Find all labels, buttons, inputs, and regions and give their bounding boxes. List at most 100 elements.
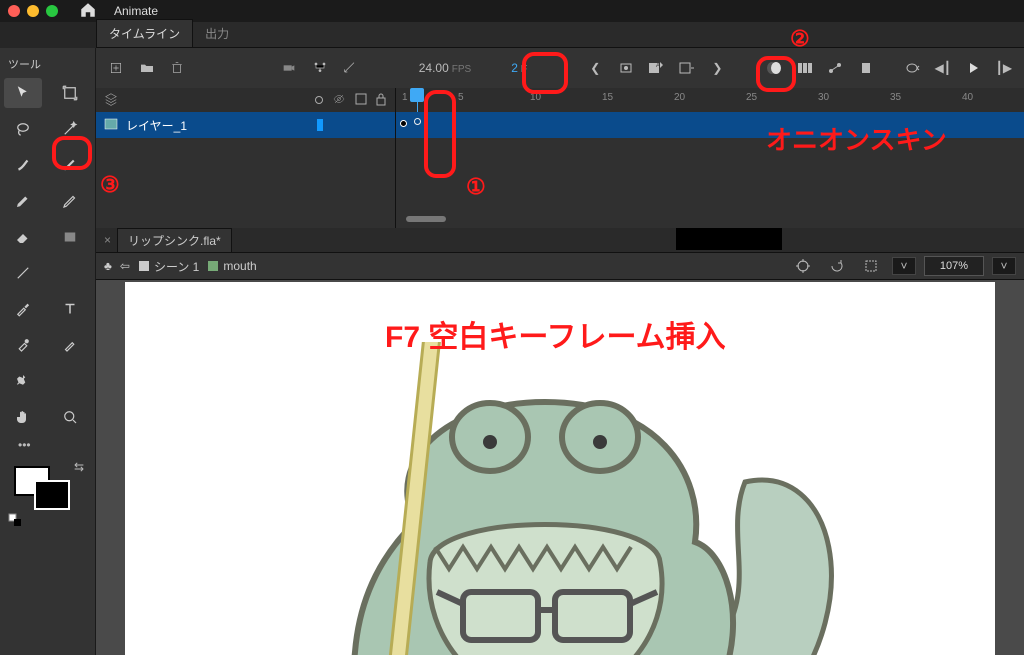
layer-name[interactable]: レイヤー_1 xyxy=(126,117,187,134)
playhead[interactable] xyxy=(410,88,424,102)
fluid-brush-tool[interactable] xyxy=(4,150,42,180)
ruler-tick: 40 xyxy=(962,92,973,103)
lock-column-icon[interactable] xyxy=(375,92,387,109)
ruler-tick: 25 xyxy=(746,92,757,103)
text-tool[interactable] xyxy=(51,294,89,324)
home-icon[interactable] xyxy=(79,1,97,22)
zoom-value[interactable]: 107% xyxy=(924,256,984,276)
blank-keyframe[interactable] xyxy=(414,118,421,125)
eyedropper-tool[interactable] xyxy=(4,294,42,324)
redaction-block xyxy=(676,228,782,250)
tab-output[interactable]: 出力 xyxy=(193,20,241,47)
scene-menu-icon[interactable]: ♣ xyxy=(104,259,112,273)
layer-parenting-button[interactable] xyxy=(308,55,333,81)
window-zoom-button[interactable] xyxy=(46,5,58,17)
line-tool[interactable] xyxy=(4,258,42,288)
tools-panel: ツール ••• ⇆ xyxy=(0,48,96,655)
insert-blank-keyframe-button[interactable] xyxy=(675,55,700,81)
ruler-tick: 30 xyxy=(818,92,829,103)
layer-type-icon xyxy=(104,118,118,133)
layers-icon xyxy=(104,92,118,109)
default-colors-icon[interactable] xyxy=(8,513,22,530)
document-tab[interactable]: リップシンク.fla* xyxy=(117,228,232,252)
fps-display[interactable]: 24.00FPS xyxy=(419,61,471,75)
delete-layer-button[interactable] xyxy=(165,55,190,81)
timeline-toolbar: 24.00FPS 2F ❮ A ❯ ◀┃ ┃▶ xyxy=(96,48,1024,88)
main-area: タイムライン 出力 24.00FPS 2F ❮ A ❯ ◀┃ ┃▶ xyxy=(96,22,1024,655)
selection-tool[interactable] xyxy=(4,78,42,108)
timeline-body xyxy=(96,138,1024,228)
color-dropper-tool[interactable] xyxy=(51,330,89,360)
document-tabs: × リップシンク.fla* xyxy=(96,228,1024,252)
keyframe[interactable] xyxy=(400,120,407,127)
timeline-panel-tabs: タイムライン 出力 xyxy=(96,22,1024,48)
zoom-decrease[interactable]: ˅ xyxy=(892,257,916,275)
edit-bar: ♣ ⇦ シーン 1 mouth ˅ 107% ˅ xyxy=(96,252,1024,280)
rotate-stage-icon[interactable] xyxy=(824,253,850,279)
pencil-tool[interactable] xyxy=(51,186,89,216)
ink-bottle-tool[interactable] xyxy=(4,330,42,360)
stage[interactable]: F7 空白キーフレーム挿入 xyxy=(125,282,995,655)
play-button[interactable] xyxy=(961,55,986,81)
eraser-tool[interactable] xyxy=(4,222,42,252)
tab-timeline[interactable]: タイムライン xyxy=(96,19,193,47)
zoom-tool[interactable] xyxy=(51,402,89,432)
visibility-column-icon[interactable] xyxy=(331,93,347,108)
window-minimize-button[interactable] xyxy=(27,5,39,17)
lasso-tool[interactable] xyxy=(4,114,42,144)
timeline-header: 1 5 10 15 20 25 30 35 40 xyxy=(96,88,1024,112)
stroke-swatch[interactable] xyxy=(34,480,70,510)
magic-wand-tool[interactable] xyxy=(51,114,89,144)
breadcrumb-scene[interactable]: シーン 1 xyxy=(138,258,199,275)
svg-text:A: A xyxy=(656,63,660,69)
more-tools[interactable]: ••• xyxy=(18,438,91,452)
create-tween-button[interactable] xyxy=(823,55,848,81)
color-swatches[interactable]: ⇆ xyxy=(14,466,78,514)
camera-button[interactable] xyxy=(277,55,302,81)
ruler-tick: 1 xyxy=(402,92,408,103)
frame-span-display[interactable]: 2F xyxy=(511,61,527,75)
tools-panel-title: ツール xyxy=(4,54,91,78)
highlight-layer-icon[interactable] xyxy=(315,96,323,104)
ruler-tick: 5 xyxy=(458,92,464,103)
swap-colors-icon[interactable]: ⇆ xyxy=(74,460,84,474)
rectangle-tool[interactable] xyxy=(51,222,89,252)
paintbrush-tool[interactable] xyxy=(4,186,42,216)
ruler-tick: 20 xyxy=(674,92,685,103)
breadcrumb-symbol[interactable]: mouth xyxy=(207,259,256,273)
marker-button[interactable] xyxy=(853,55,878,81)
step-back-button[interactable]: ◀┃ xyxy=(930,55,955,81)
layer-highlight-toggle[interactable] xyxy=(317,119,323,131)
timeline-scrollbar[interactable] xyxy=(406,216,446,222)
frame-ruler[interactable]: 1 5 10 15 20 25 30 35 40 xyxy=(396,88,1024,112)
free-transform-tool[interactable] xyxy=(51,78,89,108)
step-forward-button[interactable]: ┃▶ xyxy=(992,55,1017,81)
add-layer-button[interactable] xyxy=(104,55,129,81)
ruler-tick: 10 xyxy=(530,92,541,103)
next-frame-button[interactable]: ❯ xyxy=(705,55,730,81)
stage-container: F7 空白キーフレーム挿入 xyxy=(96,280,1024,655)
center-stage-icon[interactable] xyxy=(790,253,816,279)
canvas-artwork xyxy=(225,342,885,655)
insert-keyframe-button[interactable]: A xyxy=(644,55,669,81)
hand-tool[interactable] xyxy=(4,402,42,432)
layer-row[interactable]: レイヤー_1 xyxy=(96,112,1024,138)
ruler-tick: 15 xyxy=(602,92,613,103)
prev-frame-button[interactable] xyxy=(614,55,639,81)
zoom-dropdown[interactable]: ˅ xyxy=(992,257,1016,275)
first-frame-button[interactable]: ❮ xyxy=(583,55,608,81)
layer-depth-button[interactable] xyxy=(338,55,363,81)
pin-tool[interactable] xyxy=(4,366,42,396)
ruler-tick: 35 xyxy=(890,92,901,103)
onion-skin-button[interactable] xyxy=(762,55,787,81)
new-folder-button[interactable] xyxy=(135,55,160,81)
edit-bar-back[interactable]: ⇦ xyxy=(120,259,130,273)
clip-stage-icon[interactable] xyxy=(858,253,884,279)
frame-strip[interactable] xyxy=(396,112,1024,138)
layer-column-header xyxy=(96,88,396,112)
brush-tool[interactable] xyxy=(51,150,89,180)
loop-button[interactable] xyxy=(900,55,925,81)
outline-column-icon[interactable] xyxy=(355,93,367,108)
edit-multiple-frames-button[interactable] xyxy=(792,55,817,81)
window-close-button[interactable] xyxy=(8,5,20,17)
